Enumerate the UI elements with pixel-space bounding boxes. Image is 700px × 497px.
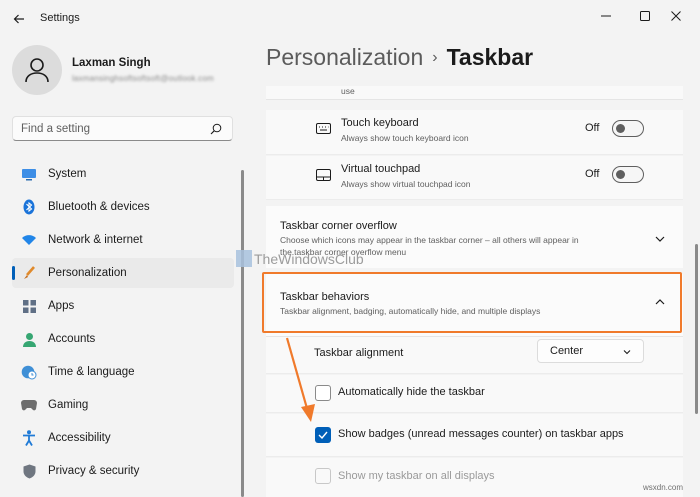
touch-keyboard-title: Touch keyboard (341, 117, 419, 129)
touch-keyboard-state: Off (585, 122, 600, 134)
corner-watermark: wsxdn.com (643, 483, 684, 492)
touch-keyboard-toggle[interactable] (612, 120, 644, 137)
sidebar-item-personalization[interactable]: Personalization (12, 258, 234, 288)
taskbar-behaviors-card[interactable]: Taskbar behaviors Taskbar alignment, bad… (266, 274, 683, 336)
app-title: Settings (40, 12, 80, 24)
sidebar-item-time-language[interactable]: Time & language (12, 357, 234, 387)
sidebar-item-label: Bluetooth & devices (48, 201, 150, 213)
search-icon[interactable] (210, 123, 222, 135)
taskbar-corner-overflow-card[interactable]: Taskbar corner overflow Choose which ico… (266, 206, 683, 268)
sidebar-item-accounts[interactable]: Accounts (12, 324, 234, 354)
avatar[interactable] (12, 45, 62, 95)
minimize-icon (601, 15, 611, 17)
search-box (12, 116, 233, 141)
sidebar-item-gaming[interactable]: Gaming (12, 390, 234, 420)
chevron-up-icon[interactable] (654, 296, 666, 308)
sidebar-item-label: System (48, 168, 87, 180)
minimize-button[interactable] (584, 4, 628, 28)
arrow-annotation-icon (285, 337, 315, 422)
bluetooth-icon (21, 199, 37, 215)
all-displays-label: Show my taskbar on all displays (338, 470, 495, 482)
settings-content: use Touch keyboard Always show touch key… (266, 86, 683, 497)
chevron-down-icon[interactable] (654, 233, 666, 245)
auto-hide-label: Automatically hide the taskbar (338, 386, 485, 398)
clipped-desc: use (341, 86, 355, 96)
touch-keyboard-row: Touch keyboard Always show touch keyboar… (266, 110, 683, 155)
virtual-touchpad-row: Virtual touchpad Always show virtual tou… (266, 156, 683, 200)
person-icon (21, 331, 37, 347)
clipped-setting-row: use (266, 86, 683, 100)
sidebar-item-privacy[interactable]: Privacy & security (12, 456, 234, 486)
taskbar-alignment-row: Taskbar alignment Center (266, 337, 683, 374)
alignment-label: Taskbar alignment (314, 347, 404, 359)
sidebar-item-label: Privacy & security (48, 465, 140, 477)
behaviors-title: Taskbar behaviors (280, 291, 370, 303)
breadcrumb-separator: › (432, 49, 438, 66)
gamepad-icon (21, 397, 37, 413)
sidebar-item-label: Network & internet (48, 234, 143, 246)
touchpad-icon (316, 169, 331, 181)
sidebar-item-label: Accessibility (48, 432, 111, 444)
title-bar: Settings (0, 0, 700, 36)
show-badges-row: Show badges (unread messages counter) on… (266, 414, 683, 457)
sidebar-item-label: Personalization (48, 267, 127, 279)
touch-keyboard-desc: Always show touch keyboard icon (341, 133, 469, 143)
apps-grid-icon (21, 298, 37, 314)
corner-overflow-desc-line1: Choose which icons may appear in the tas… (280, 235, 579, 245)
shield-icon (21, 463, 37, 479)
back-button[interactable] (8, 8, 30, 30)
sidebar-item-label: Gaming (48, 399, 89, 411)
alignment-value: Center (550, 345, 584, 357)
behaviors-desc: Taskbar alignment, badging, automaticall… (280, 306, 541, 316)
sidebar-item-label: Time & language (48, 366, 135, 378)
globe-clock-icon (21, 364, 37, 380)
sidebar-scrollbar[interactable] (241, 170, 244, 497)
user-name: Laxman Singh (72, 57, 151, 69)
virtual-touchpad-desc: Always show virtual touchpad icon (341, 179, 471, 189)
sidebar-item-accessibility[interactable]: Accessibility (12, 423, 234, 453)
all-displays-row: Show my taskbar on all displays (266, 458, 683, 497)
sidebar-item-label: Accounts (48, 333, 96, 345)
checkmark-icon (318, 431, 328, 439)
brush-icon (21, 265, 37, 281)
wifi-icon (21, 232, 37, 248)
sidebar-item-label: Apps (48, 300, 75, 312)
sidebar-item-apps[interactable]: Apps (12, 291, 234, 321)
corner-overflow-desc-line2: the taskbar corner overflow menu (280, 247, 407, 257)
virtual-touchpad-state: Off (585, 168, 600, 180)
page-title: Taskbar (446, 44, 534, 70)
show-badges-label: Show badges (unread messages counter) on… (338, 428, 624, 440)
corner-overflow-title: Taskbar corner overflow (280, 220, 397, 232)
accessibility-icon (21, 430, 37, 446)
virtual-touchpad-title: Virtual touchpad (341, 163, 421, 175)
auto-hide-row: Automatically hide the taskbar (266, 375, 683, 413)
show-badges-checkbox[interactable] (315, 427, 331, 443)
watermark-logo-icon (236, 250, 252, 267)
sidebar-item-bluetooth[interactable]: Bluetooth & devices (12, 192, 234, 222)
search-input[interactable] (21, 121, 201, 137)
breadcrumb-parent[interactable]: Personalization (266, 44, 423, 70)
sidebar-nav: System Bluetooth & devices Network & int… (12, 159, 234, 489)
sidebar-item-network[interactable]: Network & internet (12, 225, 234, 255)
sidebar-item-system[interactable]: System (12, 159, 234, 189)
all-displays-checkbox[interactable] (315, 468, 331, 484)
maximize-icon (640, 11, 650, 21)
breadcrumb: Personalization › Taskbar (266, 44, 533, 71)
close-button[interactable] (654, 4, 698, 28)
selection-indicator (12, 266, 15, 280)
keyboard-icon (316, 123, 331, 134)
close-icon (671, 11, 681, 21)
virtual-touchpad-toggle[interactable] (612, 166, 644, 183)
monitor-icon (21, 166, 37, 182)
alignment-dropdown[interactable]: Center (537, 339, 644, 363)
user-email: laxmansinghsoftsoftsoft@outlook.com (72, 74, 214, 83)
content-scrollbar[interactable] (695, 244, 698, 414)
arrow-left-icon (13, 14, 24, 24)
person-icon (25, 58, 49, 83)
chevron-down-icon (623, 350, 631, 355)
